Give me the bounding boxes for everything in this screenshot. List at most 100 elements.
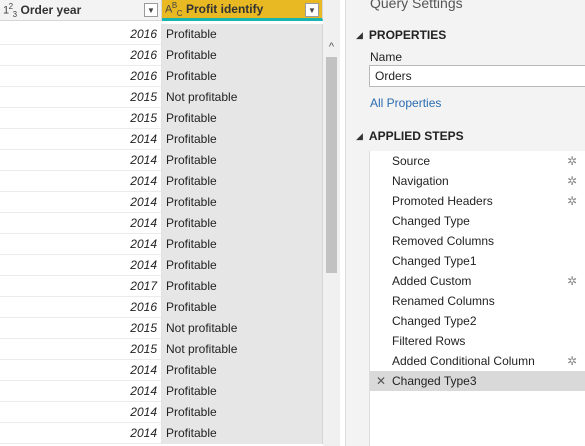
properties-section-header[interactable]: ◢ PROPERTIES xyxy=(356,28,446,42)
data-grid: 123 Order year ▼ ABC Profit identify ▼ 2… xyxy=(0,0,323,446)
cell-profit-identify[interactable]: Profitable xyxy=(162,24,323,45)
cell-profit-identify[interactable]: Profitable xyxy=(162,66,323,87)
applied-steps-section-header[interactable]: ◢ APPLIED STEPS xyxy=(356,129,464,143)
step-label: Changed Type xyxy=(392,214,470,228)
cell-profit-identify[interactable]: Profitable xyxy=(162,402,323,423)
cell-profit-identify[interactable]: Profitable xyxy=(162,234,323,255)
applied-step[interactable]: Promoted Headers ✲ xyxy=(370,191,585,211)
applied-step[interactable]: Removed Columns xyxy=(370,231,585,251)
table-row[interactable]: 2015 Profitable xyxy=(0,108,323,129)
table-row[interactable]: 2015 Not profitable xyxy=(0,87,323,108)
cell-order-year[interactable]: 2014 xyxy=(0,255,162,276)
table-row[interactable]: 2015 Not profitable xyxy=(0,318,323,339)
cell-profit-identify[interactable]: Profitable xyxy=(162,192,323,213)
column-header-profit-identify[interactable]: ABC Profit identify ▼ xyxy=(162,0,323,21)
scroll-up-icon[interactable]: ^ xyxy=(323,40,340,54)
table-row[interactable]: 2014 Profitable xyxy=(0,255,323,276)
table-row[interactable]: 2014 Profitable xyxy=(0,423,323,444)
table-row[interactable]: 2016 Profitable xyxy=(0,45,323,66)
cell-profit-identify[interactable]: Profitable xyxy=(162,423,323,444)
scrollbar-thumb[interactable] xyxy=(326,57,337,273)
cell-profit-identify[interactable]: Profitable xyxy=(162,108,323,129)
step-label: Removed Columns xyxy=(392,234,495,248)
step-label: Added Custom xyxy=(392,274,472,288)
cell-profit-identify[interactable]: Profitable xyxy=(162,213,323,234)
triangle-icon[interactable]: ◢ xyxy=(356,30,363,41)
cell-profit-identify[interactable]: Profitable xyxy=(162,129,323,150)
cell-profit-identify[interactable]: Profitable xyxy=(162,171,323,192)
table-row[interactable]: 2016 Profitable xyxy=(0,24,323,45)
cell-order-year[interactable]: 2014 xyxy=(0,360,162,381)
whole-number-type-icon[interactable]: 123 xyxy=(3,2,17,19)
applied-step[interactable]: Changed Type1 xyxy=(370,251,585,271)
cell-profit-identify[interactable]: Profitable xyxy=(162,360,323,381)
vertical-scrollbar[interactable]: ^ xyxy=(323,0,340,446)
cell-order-year[interactable]: 2016 xyxy=(0,45,162,66)
cell-order-year[interactable]: 2014 xyxy=(0,192,162,213)
step-label: Added Conditional Column xyxy=(392,354,535,368)
gear-icon[interactable]: ✲ xyxy=(567,351,577,371)
table-row[interactable]: 2014 Profitable xyxy=(0,150,323,171)
cell-order-year[interactable]: 2014 xyxy=(0,129,162,150)
applied-step[interactable]: Added Conditional Column ✲ xyxy=(370,351,585,371)
table-row[interactable]: 2014 Profitable xyxy=(0,171,323,192)
gear-icon[interactable]: ✲ xyxy=(567,151,577,171)
triangle-icon[interactable]: ◢ xyxy=(356,131,363,142)
table-row[interactable]: 2015 Not profitable xyxy=(0,339,323,360)
table-row[interactable]: 2016 Profitable xyxy=(0,66,323,87)
table-row[interactable]: 2014 Profitable xyxy=(0,129,323,150)
table-row[interactable]: 2014 Profitable xyxy=(0,360,323,381)
cell-profit-identify[interactable]: Not profitable xyxy=(162,87,323,108)
cell-profit-identify[interactable]: Profitable xyxy=(162,297,323,318)
cell-profit-identify[interactable]: Profitable xyxy=(162,381,323,402)
gear-icon[interactable]: ✲ xyxy=(567,271,577,291)
gear-icon[interactable]: ✲ xyxy=(567,191,577,211)
panel-title: Query Settings xyxy=(370,0,463,11)
text-type-icon[interactable]: ABC xyxy=(165,1,182,18)
applied-step[interactable]: Navigation ✲ xyxy=(370,171,585,191)
cell-profit-identify[interactable]: Profitable xyxy=(162,150,323,171)
table-row[interactable]: 2014 Profitable xyxy=(0,402,323,423)
query-name-input[interactable]: Orders xyxy=(369,65,585,87)
table-row[interactable]: 2014 Profitable xyxy=(0,192,323,213)
cell-profit-identify[interactable]: Not profitable xyxy=(162,339,323,360)
cell-order-year[interactable]: 2014 xyxy=(0,171,162,192)
cell-order-year[interactable]: 2015 xyxy=(0,318,162,339)
table-row[interactable]: 2014 Profitable xyxy=(0,213,323,234)
gear-icon[interactable]: ✲ xyxy=(567,171,577,191)
cell-order-year[interactable]: 2016 xyxy=(0,66,162,87)
cell-order-year[interactable]: 2014 xyxy=(0,423,162,444)
applied-step[interactable]: ✕ Changed Type3 xyxy=(370,371,585,391)
cell-order-year[interactable]: 2014 xyxy=(0,234,162,255)
column-name: Profit identify xyxy=(185,2,264,16)
all-properties-link[interactable]: All Properties xyxy=(370,96,441,110)
table-row[interactable]: 2014 Profitable xyxy=(0,381,323,402)
cell-order-year[interactable]: 2014 xyxy=(0,150,162,171)
cell-profit-identify[interactable]: Profitable xyxy=(162,45,323,66)
chevron-down-icon[interactable]: ▼ xyxy=(305,3,319,17)
table-row[interactable]: 2014 Profitable xyxy=(0,234,323,255)
table-row[interactable]: 2017 Profitable xyxy=(0,276,323,297)
applied-step[interactable]: Filtered Rows xyxy=(370,331,585,351)
applied-step[interactable]: Renamed Columns xyxy=(370,291,585,311)
applied-step[interactable]: Changed Type2 xyxy=(370,311,585,331)
cell-order-year[interactable]: 2015 xyxy=(0,108,162,129)
cell-order-year[interactable]: 2017 xyxy=(0,276,162,297)
chevron-down-icon[interactable]: ▼ xyxy=(144,3,158,17)
cell-order-year[interactable]: 2014 xyxy=(0,213,162,234)
column-header-order-year[interactable]: 123 Order year ▼ xyxy=(0,0,162,21)
cell-order-year[interactable]: 2016 xyxy=(0,24,162,45)
cell-profit-identify[interactable]: Not profitable xyxy=(162,318,323,339)
applied-step[interactable]: Added Custom ✲ xyxy=(370,271,585,291)
cell-profit-identify[interactable]: Profitable xyxy=(162,255,323,276)
cell-order-year[interactable]: 2014 xyxy=(0,402,162,423)
cell-order-year[interactable]: 2015 xyxy=(0,87,162,108)
table-row[interactable]: 2016 Profitable xyxy=(0,297,323,318)
applied-step[interactable]: Changed Type xyxy=(370,211,585,231)
cell-profit-identify[interactable]: Profitable xyxy=(162,276,323,297)
cell-order-year[interactable]: 2016 xyxy=(0,297,162,318)
cell-order-year[interactable]: 2014 xyxy=(0,381,162,402)
close-icon[interactable]: ✕ xyxy=(376,371,386,391)
cell-order-year[interactable]: 2015 xyxy=(0,339,162,360)
applied-step[interactable]: Source ✲ xyxy=(370,151,585,171)
